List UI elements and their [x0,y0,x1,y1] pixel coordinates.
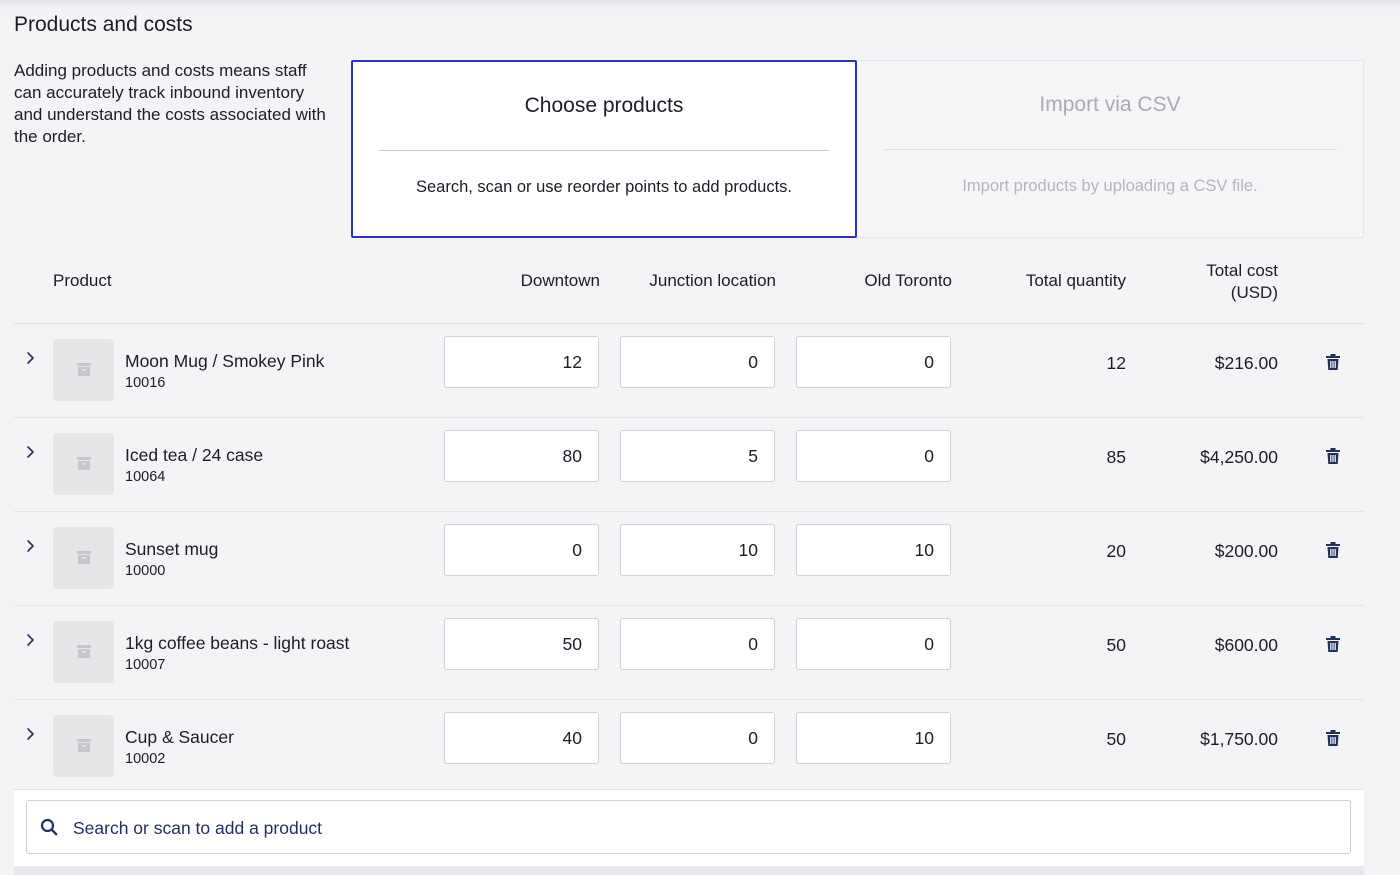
total-cost: $1,750.00 [1200,729,1278,749]
product-box-icon [77,363,91,376]
product-name: Cup & Saucer [125,727,234,747]
choose-products-description: Search, scan or use reorder points to ad… [415,178,793,196]
table-row: Cup & Saucer 10002 50 $1,750.00 [14,700,1364,794]
product-box-icon [77,457,91,470]
junction-quantity-input[interactable] [620,524,775,576]
downtown-quantity-input[interactable] [444,336,599,388]
top-shadow [0,0,1400,10]
trash-icon[interactable] [1326,448,1340,464]
total-quantity: 12 [1106,353,1126,373]
downtown-quantity-input[interactable] [444,524,599,576]
import-csv-description: Import products by uploading a CSV file. [962,177,1258,195]
downtown-quantity-input[interactable] [444,712,599,764]
product-sku: 10064 [125,469,166,485]
product-box-icon [77,551,91,564]
old-toronto-quantity-input[interactable] [796,430,951,482]
product-sku: 10007 [125,657,166,673]
trash-icon[interactable] [1326,636,1340,652]
product-name: 1kg coffee beans - light roast [125,633,350,653]
product-name: Iced tea / 24 case [125,445,264,465]
header-total-cost-currency: (USD) [1230,283,1278,302]
trash-icon[interactable] [1326,730,1340,746]
choose-products-divider [379,150,829,151]
old-toronto-quantity-input[interactable] [796,712,951,764]
total-cost: $600.00 [1214,635,1278,655]
product-sku: 10002 [125,751,166,767]
product-thumbnail [53,715,114,777]
products-table: Product Downtown Junction location Old T… [14,240,1364,794]
total-cost: $200.00 [1214,541,1278,561]
section-title: Products and costs [14,13,193,36]
old-toronto-quantity-input[interactable] [796,618,951,670]
search-input[interactable] [71,801,1340,855]
chevron-right-icon[interactable] [24,724,38,744]
total-quantity: 50 [1106,729,1126,749]
total-cost: $4,250.00 [1200,447,1278,467]
table-row: Moon Mug / Smokey Pink 10016 12 $216.00 [14,324,1364,418]
choose-products-title: Choose products [524,94,684,117]
chevron-right-icon[interactable] [24,630,38,650]
product-box-icon [77,739,91,752]
junction-quantity-input[interactable] [620,430,775,482]
product-thumbnail [53,433,114,495]
old-toronto-quantity-input[interactable] [796,524,951,576]
section-description: Adding products and costs means staff ca… [14,61,326,146]
header-total-cost: Total cost (USD) [1144,260,1278,304]
junction-quantity-input[interactable] [620,618,775,670]
bottom-strip [14,866,1364,875]
header-total-cost-label: Total cost [1206,261,1278,280]
product-name: Moon Mug / Smokey Pink [125,351,325,371]
add-product-search-panel [14,789,1364,875]
table-row: Iced tea / 24 case 10064 85 $4,250.00 [14,418,1364,512]
total-quantity: 20 [1106,541,1126,561]
import-csv-divider [883,149,1337,150]
product-sku: 10000 [125,563,166,579]
product-sku: 10016 [125,375,166,391]
import-csv-option[interactable]: Import via CSV Import products by upload… [857,60,1364,238]
table-row: 1kg coffee beans - light roast 10007 50 … [14,606,1364,700]
import-csv-title: Import via CSV [1039,93,1181,116]
junction-quantity-input[interactable] [620,712,775,764]
header-total-quantity: Total quantity [1025,271,1126,290]
junction-quantity-input[interactable] [620,336,775,388]
search-box[interactable] [26,800,1351,855]
product-thumbnail [53,621,114,683]
header-old-toronto: Old Toronto [864,271,952,290]
total-cost: $216.00 [1214,353,1278,373]
downtown-quantity-input[interactable] [444,618,599,670]
chevron-right-icon[interactable] [24,348,38,368]
search-icon [40,818,58,836]
trash-icon[interactable] [1326,354,1340,370]
product-box-icon [77,645,91,658]
chevron-right-icon[interactable] [24,536,38,556]
header-downtown: Downtown [520,271,600,290]
table-row: Sunset mug 10000 20 $200.00 [14,512,1364,606]
total-quantity: 50 [1106,635,1126,655]
chevron-right-icon[interactable] [24,442,38,462]
trash-icon[interactable] [1326,542,1340,558]
header-junction-location: Junction location [649,271,776,290]
downtown-quantity-input[interactable] [444,430,599,482]
product-thumbnail [53,527,114,589]
choose-products-option[interactable]: Choose products Search, scan or use reor… [351,60,857,238]
product-name: Sunset mug [125,539,219,559]
table-header: Product Downtown Junction location Old T… [14,240,1364,324]
old-toronto-quantity-input[interactable] [796,336,951,388]
header-product: Product [53,271,112,290]
total-quantity: 85 [1106,447,1126,467]
products-and-costs-page: Products and costs Adding products and c… [0,0,1400,875]
product-thumbnail [53,339,114,401]
